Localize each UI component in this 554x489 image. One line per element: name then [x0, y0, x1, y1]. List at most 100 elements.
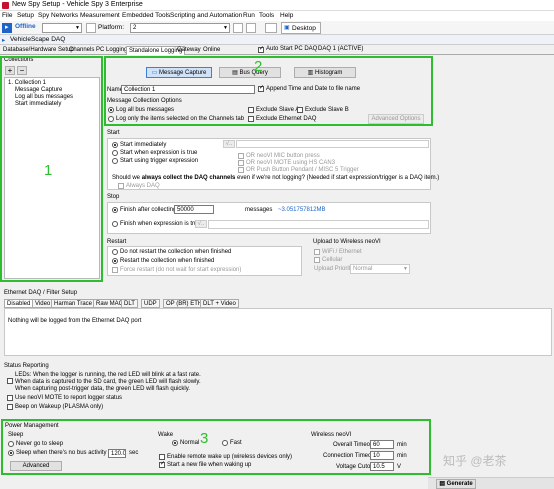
auto-start-label: Auto Start PC DAQ [266, 46, 318, 52]
stop-expression-input[interactable] [208, 220, 429, 229]
beep-label: Beep on Wakeup (PLASMA only) [15, 404, 104, 410]
start-when-label: Start when expression is true [120, 150, 198, 156]
window-title: New Spy Setup - Vehicle Spy 3 Enterprise [12, 1, 143, 8]
eth-tab-op-eth[interactable]: OP (BR) ETH [163, 299, 206, 308]
stop-expression-button[interactable]: √.. [195, 220, 207, 228]
annotation-box-2 [104, 56, 433, 126]
platform-edit-button[interactable] [233, 23, 243, 33]
platform-add-button[interactable] [246, 23, 256, 33]
mic-button-checkbox[interactable] [238, 153, 244, 159]
start-section: Start Start immediately Start when expre… [104, 129, 439, 191]
do-not-restart-radio[interactable] [112, 249, 118, 255]
do-not-restart-label: Do not restart the collection when finis… [120, 249, 232, 255]
menu-setup[interactable]: Setup [17, 12, 34, 19]
upload-title: Upload to Wireless neoVI [313, 239, 381, 245]
start-trigger-radio[interactable] [112, 158, 118, 164]
platform-select[interactable]: 2 ▼ [130, 23, 230, 33]
leds-checkbox[interactable] [7, 378, 13, 384]
menu-help[interactable]: Help [280, 12, 293, 19]
title-bar: New Spy Setup - Vehicle Spy 3 Enterprise [0, 0, 554, 11]
finish-after-label: Finish after collecting [120, 207, 177, 213]
restart-radio[interactable] [112, 258, 118, 264]
force-restart-label: Force restart (do not wait for start exp… [120, 267, 242, 273]
restart-group: Do not restart the collection when finis… [107, 246, 302, 276]
offline-label: Offline [15, 23, 36, 30]
wifi-label: WiFi / Ethernet [322, 249, 362, 255]
eth-tab-disabled[interactable]: Disabled [4, 299, 34, 308]
finish-when-label: Finish when expression is true [120, 221, 201, 227]
eth-tab-dlt[interactable]: DLT [121, 299, 138, 308]
generate-button[interactable]: ▤ Generate [436, 479, 476, 489]
mote-hs-checkbox[interactable] [238, 160, 244, 166]
push-button-label: OR Push Button Pendant / MISC 5 Trigger [246, 167, 359, 173]
generate-icon: ▤ [439, 481, 445, 487]
monitor-button[interactable] [86, 23, 96, 33]
restart-label: Restart the collection when finished [120, 258, 215, 264]
menu-measurement[interactable]: Measurement [80, 12, 120, 19]
wifi-checkbox[interactable] [314, 249, 320, 255]
menu-tools[interactable]: Tools [259, 12, 274, 19]
start-when-radio[interactable] [112, 150, 118, 156]
tab-channels[interactable]: Channels [67, 46, 96, 55]
upload-priority-select[interactable]: Normal ▼ [350, 264, 410, 274]
messages-label: messages [245, 207, 273, 213]
menu-embedded-tools[interactable]: Embedded Tools [122, 12, 170, 19]
menu-scripting[interactable]: Scripting and Automation [170, 12, 242, 19]
start-immediately-radio[interactable] [112, 142, 118, 148]
tab-online[interactable]: Online [201, 46, 222, 55]
status-section: Status Reporting LEDs: When the logger i… [1, 362, 554, 417]
collapse-icon[interactable]: ▸ [2, 36, 5, 44]
eth-tab-harman[interactable]: Harman Trace [51, 299, 96, 308]
upload-priority-label: Upload Priority [314, 266, 354, 272]
annotation-1: 1 [44, 162, 53, 179]
tab-desktop-1[interactable]: ▣ Desktop 1 [281, 22, 321, 43]
online-toggle-button[interactable]: ▸ [2, 23, 12, 33]
generate-bar: ▤ Generate [428, 477, 554, 489]
desktop-icon: ▣ [284, 25, 290, 31]
toolbar: ▸ Offline ▼ Platform: 2 ▼ [0, 21, 554, 35]
stop-title: Stop [107, 194, 120, 200]
annotation-2: 2 [254, 58, 263, 75]
menu-spy-networks[interactable]: Spy Networks [38, 12, 78, 19]
start-expression-input[interactable] [236, 140, 429, 148]
leds-line-3: When capturing post-trigger data, the gr… [15, 386, 190, 392]
hardware-select[interactable]: ▼ [42, 23, 82, 33]
start-expression-button[interactable]: √.. [223, 140, 235, 148]
always-daq-checkbox[interactable] [118, 183, 124, 189]
menu-run[interactable]: Run [243, 12, 255, 19]
leds-line-1: LEDs: When the logger is running, the re… [15, 372, 201, 378]
auto-start-checkbox[interactable] [258, 45, 264, 53]
start-title: Start [107, 130, 120, 136]
chevron-down-icon: ▼ [223, 25, 228, 31]
eth-daq-message: Nothing will be logged from the Ethernet… [8, 318, 142, 324]
desktop-nav-button[interactable] [265, 23, 277, 33]
stop-group: Finish after collecting 50000 messages ~… [107, 202, 431, 234]
beep-checkbox[interactable] [7, 404, 13, 410]
cellular-checkbox[interactable] [314, 257, 320, 263]
message-count-input[interactable]: 50000 [174, 205, 214, 214]
eth-tab-dlt-video[interactable]: DLT + Video [200, 299, 239, 308]
chevron-down-icon: ▼ [75, 25, 80, 31]
restart-section: Restart Do not restart the collection wh… [104, 238, 304, 278]
force-restart-checkbox[interactable] [112, 267, 118, 273]
tab-database[interactable]: Database/Hardware Setup [1, 46, 76, 55]
start-group: Start immediately Start when expression … [107, 138, 439, 190]
use-mote-checkbox[interactable] [7, 395, 13, 401]
chevron-down-icon: ▼ [403, 266, 408, 272]
push-button-checkbox[interactable] [238, 167, 244, 173]
tab-gateway[interactable]: Gateway [175, 46, 203, 55]
eth-daq-panel: Nothing will be logged from the Ethernet… [4, 308, 552, 356]
finish-after-radio[interactable] [112, 207, 118, 213]
finish-when-radio[interactable] [112, 221, 118, 227]
eth-tab-udp[interactable]: UDP [141, 299, 160, 308]
upload-section: Upload to Wireless neoVI WiFi / Ethernet… [310, 238, 434, 278]
vehiclescape-header: ▸ VehicleScape DAQ [0, 35, 554, 45]
menu-file[interactable]: File [2, 12, 12, 19]
start-immediately-label: Start immediately [120, 142, 167, 148]
size-estimate: ~3.051757812MB [278, 207, 326, 213]
daq-active-label: DAQ 1 (ACTIVE) [318, 46, 364, 52]
tab-pc-logging[interactable]: PC Logging [94, 46, 129, 55]
start-trigger-label: Start using trigger expression [120, 158, 199, 164]
use-mote-label: Use neoVI MOTE to report logger status [15, 395, 123, 401]
eth-daq-title: Ethernet DAQ / Filter Setup [4, 290, 78, 296]
